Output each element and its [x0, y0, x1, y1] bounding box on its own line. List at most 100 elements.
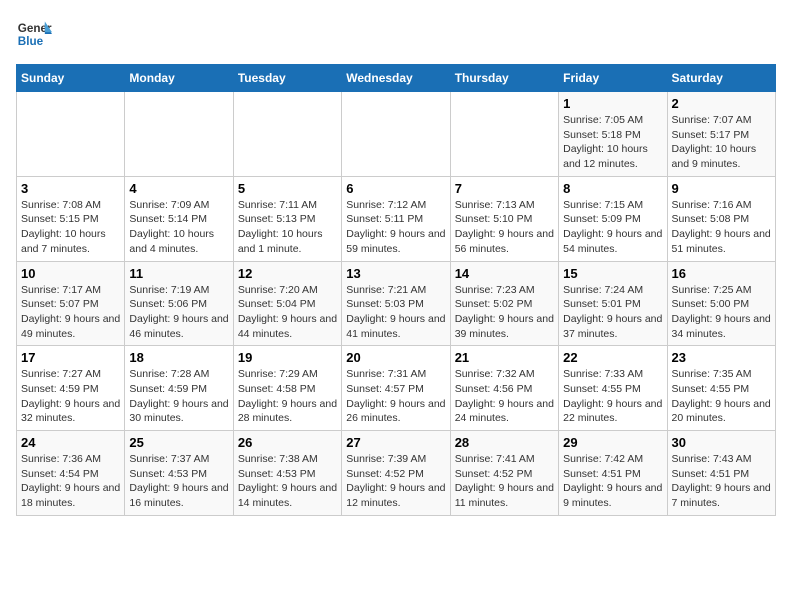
calendar-cell: [342, 92, 450, 177]
day-info: Sunrise: 7:16 AM Sunset: 5:08 PM Dayligh…: [672, 198, 771, 257]
calendar-cell: 18 Sunrise: 7:28 AM Sunset: 4:59 PM Dayli…: [125, 346, 233, 431]
calendar-cell: 13 Sunrise: 7:21 AM Sunset: 5:03 PM Dayli…: [342, 261, 450, 346]
calendar-cell: 3Sunrise: 7:08 AM Sunset: 5:15 PM Daylig…: [17, 176, 125, 261]
day-info: Sunrise: 7:15 AM Sunset: 5:09 PM Dayligh…: [563, 198, 662, 257]
day-number: 11: [129, 266, 228, 281]
day-info: Sunrise: 7:09 AM Sunset: 5:14 PM Dayligh…: [129, 198, 228, 257]
day-number: 9: [672, 181, 771, 196]
day-number: 25: [129, 435, 228, 450]
calendar-cell: 12 Sunrise: 7:20 AM Sunset: 5:04 PM Dayli…: [233, 261, 341, 346]
day-number: 7: [455, 181, 554, 196]
calendar-cell: 17 Sunrise: 7:27 AM Sunset: 4:59 PM Dayli…: [17, 346, 125, 431]
day-info: Sunrise: 7:05 AM Sunset: 5:18 PM Dayligh…: [563, 113, 662, 172]
calendar-cell: 25 Sunrise: 7:37 AM Sunset: 4:53 PM Dayli…: [125, 431, 233, 516]
calendar-cell: 1 Sunrise: 7:05 AM Sunset: 5:18 PM Daylig…: [559, 92, 667, 177]
day-number: 14: [455, 266, 554, 281]
day-number: 8: [563, 181, 662, 196]
calendar-cell: 24 Sunrise: 7:36 AM Sunset: 4:54 PM Dayli…: [17, 431, 125, 516]
weekday-header-tuesday: Tuesday: [233, 65, 341, 92]
calendar-cell: 11 Sunrise: 7:19 AM Sunset: 5:06 PM Dayli…: [125, 261, 233, 346]
day-info: Sunrise: 7:42 AM Sunset: 4:51 PM Dayligh…: [563, 452, 662, 511]
day-info: Sunrise: 7:21 AM Sunset: 5:03 PM Dayligh…: [346, 283, 445, 342]
day-number: 16: [672, 266, 771, 281]
calendar-cell: 29 Sunrise: 7:42 AM Sunset: 4:51 PM Dayli…: [559, 431, 667, 516]
calendar-cell: 10Sunrise: 7:17 AM Sunset: 5:07 PM Dayli…: [17, 261, 125, 346]
day-info: Sunrise: 7:41 AM Sunset: 4:52 PM Dayligh…: [455, 452, 554, 511]
calendar-cell: 4 Sunrise: 7:09 AM Sunset: 5:14 PM Daylig…: [125, 176, 233, 261]
weekday-header-sunday: Sunday: [17, 65, 125, 92]
day-number: 30: [672, 435, 771, 450]
day-info: Sunrise: 7:27 AM Sunset: 4:59 PM Dayligh…: [21, 367, 120, 426]
day-number: 24: [21, 435, 120, 450]
day-number: 28: [455, 435, 554, 450]
day-number: 21: [455, 350, 554, 365]
day-info: Sunrise: 7:19 AM Sunset: 5:06 PM Dayligh…: [129, 283, 228, 342]
calendar-cell: 16Sunrise: 7:25 AM Sunset: 5:00 PM Dayli…: [667, 261, 775, 346]
day-info: Sunrise: 7:13 AM Sunset: 5:10 PM Dayligh…: [455, 198, 554, 257]
calendar-cell: 22 Sunrise: 7:33 AM Sunset: 4:55 PM Dayli…: [559, 346, 667, 431]
day-info: Sunrise: 7:12 AM Sunset: 5:11 PM Dayligh…: [346, 198, 445, 257]
calendar-table: SundayMondayTuesdayWednesdayThursdayFrid…: [16, 64, 776, 516]
day-number: 17: [21, 350, 120, 365]
day-info: Sunrise: 7:43 AM Sunset: 4:51 PM Dayligh…: [672, 452, 771, 511]
calendar-cell: 27 Sunrise: 7:39 AM Sunset: 4:52 PM Dayli…: [342, 431, 450, 516]
day-info: Sunrise: 7:23 AM Sunset: 5:02 PM Dayligh…: [455, 283, 554, 342]
weekday-header-monday: Monday: [125, 65, 233, 92]
day-info: Sunrise: 7:28 AM Sunset: 4:59 PM Dayligh…: [129, 367, 228, 426]
day-number: 19: [238, 350, 337, 365]
day-number: 27: [346, 435, 445, 450]
calendar-cell: 5 Sunrise: 7:11 AM Sunset: 5:13 PM Daylig…: [233, 176, 341, 261]
day-number: 26: [238, 435, 337, 450]
day-info: Sunrise: 7:24 AM Sunset: 5:01 PM Dayligh…: [563, 283, 662, 342]
weekday-header-saturday: Saturday: [667, 65, 775, 92]
header: General Blue: [16, 16, 776, 52]
calendar-cell: 28 Sunrise: 7:41 AM Sunset: 4:52 PM Dayli…: [450, 431, 558, 516]
day-number: 5: [238, 181, 337, 196]
calendar-cell: [17, 92, 125, 177]
day-number: 12: [238, 266, 337, 281]
day-number: 15: [563, 266, 662, 281]
weekday-header-thursday: Thursday: [450, 65, 558, 92]
weekday-header-friday: Friday: [559, 65, 667, 92]
calendar-cell: [233, 92, 341, 177]
day-number: 23: [672, 350, 771, 365]
calendar-cell: [450, 92, 558, 177]
day-info: Sunrise: 7:39 AM Sunset: 4:52 PM Dayligh…: [346, 452, 445, 511]
day-number: 4: [129, 181, 228, 196]
calendar-cell: 20 Sunrise: 7:31 AM Sunset: 4:57 PM Dayli…: [342, 346, 450, 431]
weekday-header-wednesday: Wednesday: [342, 65, 450, 92]
calendar-cell: 7 Sunrise: 7:13 AM Sunset: 5:10 PM Daylig…: [450, 176, 558, 261]
day-info: Sunrise: 7:11 AM Sunset: 5:13 PM Dayligh…: [238, 198, 337, 257]
calendar-cell: 9 Sunrise: 7:16 AM Sunset: 5:08 PM Daylig…: [667, 176, 775, 261]
day-info: Sunrise: 7:31 AM Sunset: 4:57 PM Dayligh…: [346, 367, 445, 426]
calendar-cell: 23 Sunrise: 7:35 AM Sunset: 4:55 PM Dayli…: [667, 346, 775, 431]
day-number: 22: [563, 350, 662, 365]
day-info: Sunrise: 7:32 AM Sunset: 4:56 PM Dayligh…: [455, 367, 554, 426]
day-number: 1: [563, 96, 662, 111]
calendar-cell: 2Sunrise: 7:07 AM Sunset: 5:17 PM Daylig…: [667, 92, 775, 177]
day-number: 18: [129, 350, 228, 365]
day-number: 2: [672, 96, 771, 111]
day-info: Sunrise: 7:37 AM Sunset: 4:53 PM Dayligh…: [129, 452, 228, 511]
calendar-cell: 6 Sunrise: 7:12 AM Sunset: 5:11 PM Daylig…: [342, 176, 450, 261]
day-number: 13: [346, 266, 445, 281]
day-info: Sunrise: 7:35 AM Sunset: 4:55 PM Dayligh…: [672, 367, 771, 426]
day-info: Sunrise: 7:20 AM Sunset: 5:04 PM Dayligh…: [238, 283, 337, 342]
day-number: 20: [346, 350, 445, 365]
day-info: Sunrise: 7:33 AM Sunset: 4:55 PM Dayligh…: [563, 367, 662, 426]
day-number: 29: [563, 435, 662, 450]
calendar-cell: 15 Sunrise: 7:24 AM Sunset: 5:01 PM Dayli…: [559, 261, 667, 346]
day-info: Sunrise: 7:36 AM Sunset: 4:54 PM Dayligh…: [21, 452, 120, 511]
day-number: 10: [21, 266, 120, 281]
calendar-cell: 8 Sunrise: 7:15 AM Sunset: 5:09 PM Daylig…: [559, 176, 667, 261]
calendar-cell: 26Sunrise: 7:38 AM Sunset: 4:53 PM Dayli…: [233, 431, 341, 516]
calendar-cell: 21 Sunrise: 7:32 AM Sunset: 4:56 PM Dayli…: [450, 346, 558, 431]
logo: General Blue: [16, 16, 52, 52]
day-number: 3: [21, 181, 120, 196]
day-number: 6: [346, 181, 445, 196]
logo-icon: General Blue: [16, 16, 52, 52]
calendar-cell: 19 Sunrise: 7:29 AM Sunset: 4:58 PM Dayli…: [233, 346, 341, 431]
calendar-cell: [125, 92, 233, 177]
calendar-cell: 30 Sunrise: 7:43 AM Sunset: 4:51 PM Dayli…: [667, 431, 775, 516]
day-info: Sunrise: 7:29 AM Sunset: 4:58 PM Dayligh…: [238, 367, 337, 426]
